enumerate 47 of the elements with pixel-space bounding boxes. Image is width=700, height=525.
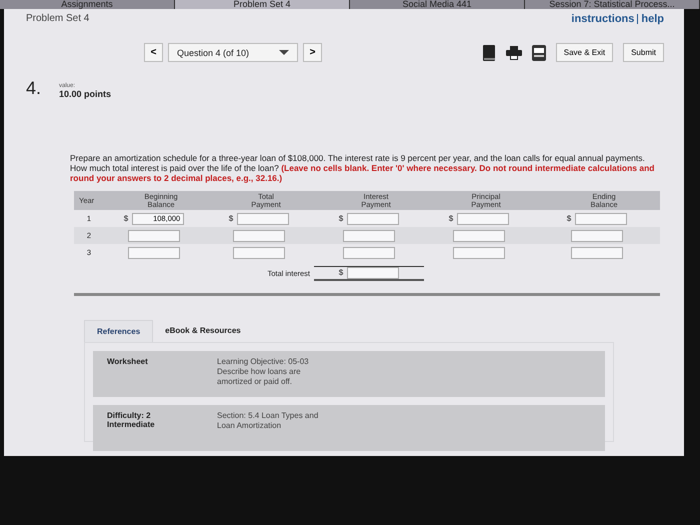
print-icon[interactable] (506, 46, 522, 60)
input-field[interactable] (233, 230, 285, 242)
question-number: 4. (26, 78, 42, 99)
question-dropdown[interactable]: Question 4 (of 10) (168, 43, 298, 62)
input-field[interactable] (233, 246, 285, 258)
next-button[interactable]: > (303, 43, 322, 62)
input-field[interactable] (571, 230, 623, 242)
reference-title: Difficulty: 2 Intermediate (107, 411, 156, 431)
input-field[interactable] (453, 246, 505, 258)
link-separator (637, 14, 638, 24)
input-field[interactable] (347, 266, 400, 278)
input-field[interactable] (343, 246, 395, 258)
browser-tab[interactable]: Assignments (0, 0, 175, 9)
input-field[interactable] (453, 230, 505, 242)
reference-text: Learning Objective: 05-03 Describe how loans are amortized or paid off. (217, 357, 310, 388)
dollar-sign: $ (338, 214, 344, 223)
tray-icon[interactable] (532, 44, 546, 60)
action-button[interactable]: Submit (623, 43, 664, 62)
question-text: Prepare an amortization schedule for a three-year loan of $108,000. The interest rate is 9 percent per year, and the loan calls for equal annual payments. How much total interest is paid over the life of the loan? (Leave no cells blank. Enter '0' where necessary. Do not round intermediate calculations and round your answers to 2 decimal places, e.g., 32.16.) (70, 153, 656, 183)
dollar-sign: $ (448, 214, 454, 223)
page-title: Problem Set 4 (26, 13, 90, 25)
dollar-sign: $ (338, 268, 344, 277)
input-field[interactable] (237, 212, 290, 224)
browser-tab[interactable]: Social Media 441 (350, 0, 525, 9)
dollar-sign: $ (228, 214, 234, 223)
input-field[interactable] (457, 212, 510, 224)
dollar-sign: $ (566, 214, 572, 223)
header-link[interactable]: instructions (571, 13, 634, 25)
reference-text: Section: 5.4 Loan Types and Loan Amortization (217, 411, 320, 432)
book-icon[interactable] (482, 44, 496, 60)
input-field[interactable] (571, 246, 623, 258)
input-field[interactable] (347, 212, 400, 224)
input-field[interactable] (128, 246, 180, 258)
browser-tab[interactable]: Session 7: Statistical Process... (525, 0, 700, 9)
dollar-sign: $ (124, 214, 128, 223)
previous-button[interactable]: < (144, 43, 163, 62)
header-link[interactable]: help (641, 13, 664, 25)
reference-tab[interactable]: References (84, 320, 154, 342)
caret-icon (279, 50, 289, 55)
action-button[interactable]: Save & Exit (556, 43, 614, 62)
points-text: 10.00 points (59, 89, 112, 99)
browser-tab[interactable]: Problem Set 4 (175, 0, 350, 9)
reference-tab[interactable]: eBook & Resources (153, 320, 253, 342)
input-field[interactable] (343, 230, 395, 242)
reference-title: Worksheet (107, 357, 149, 368)
input-field[interactable] (128, 230, 180, 242)
input-field[interactable] (575, 212, 628, 224)
